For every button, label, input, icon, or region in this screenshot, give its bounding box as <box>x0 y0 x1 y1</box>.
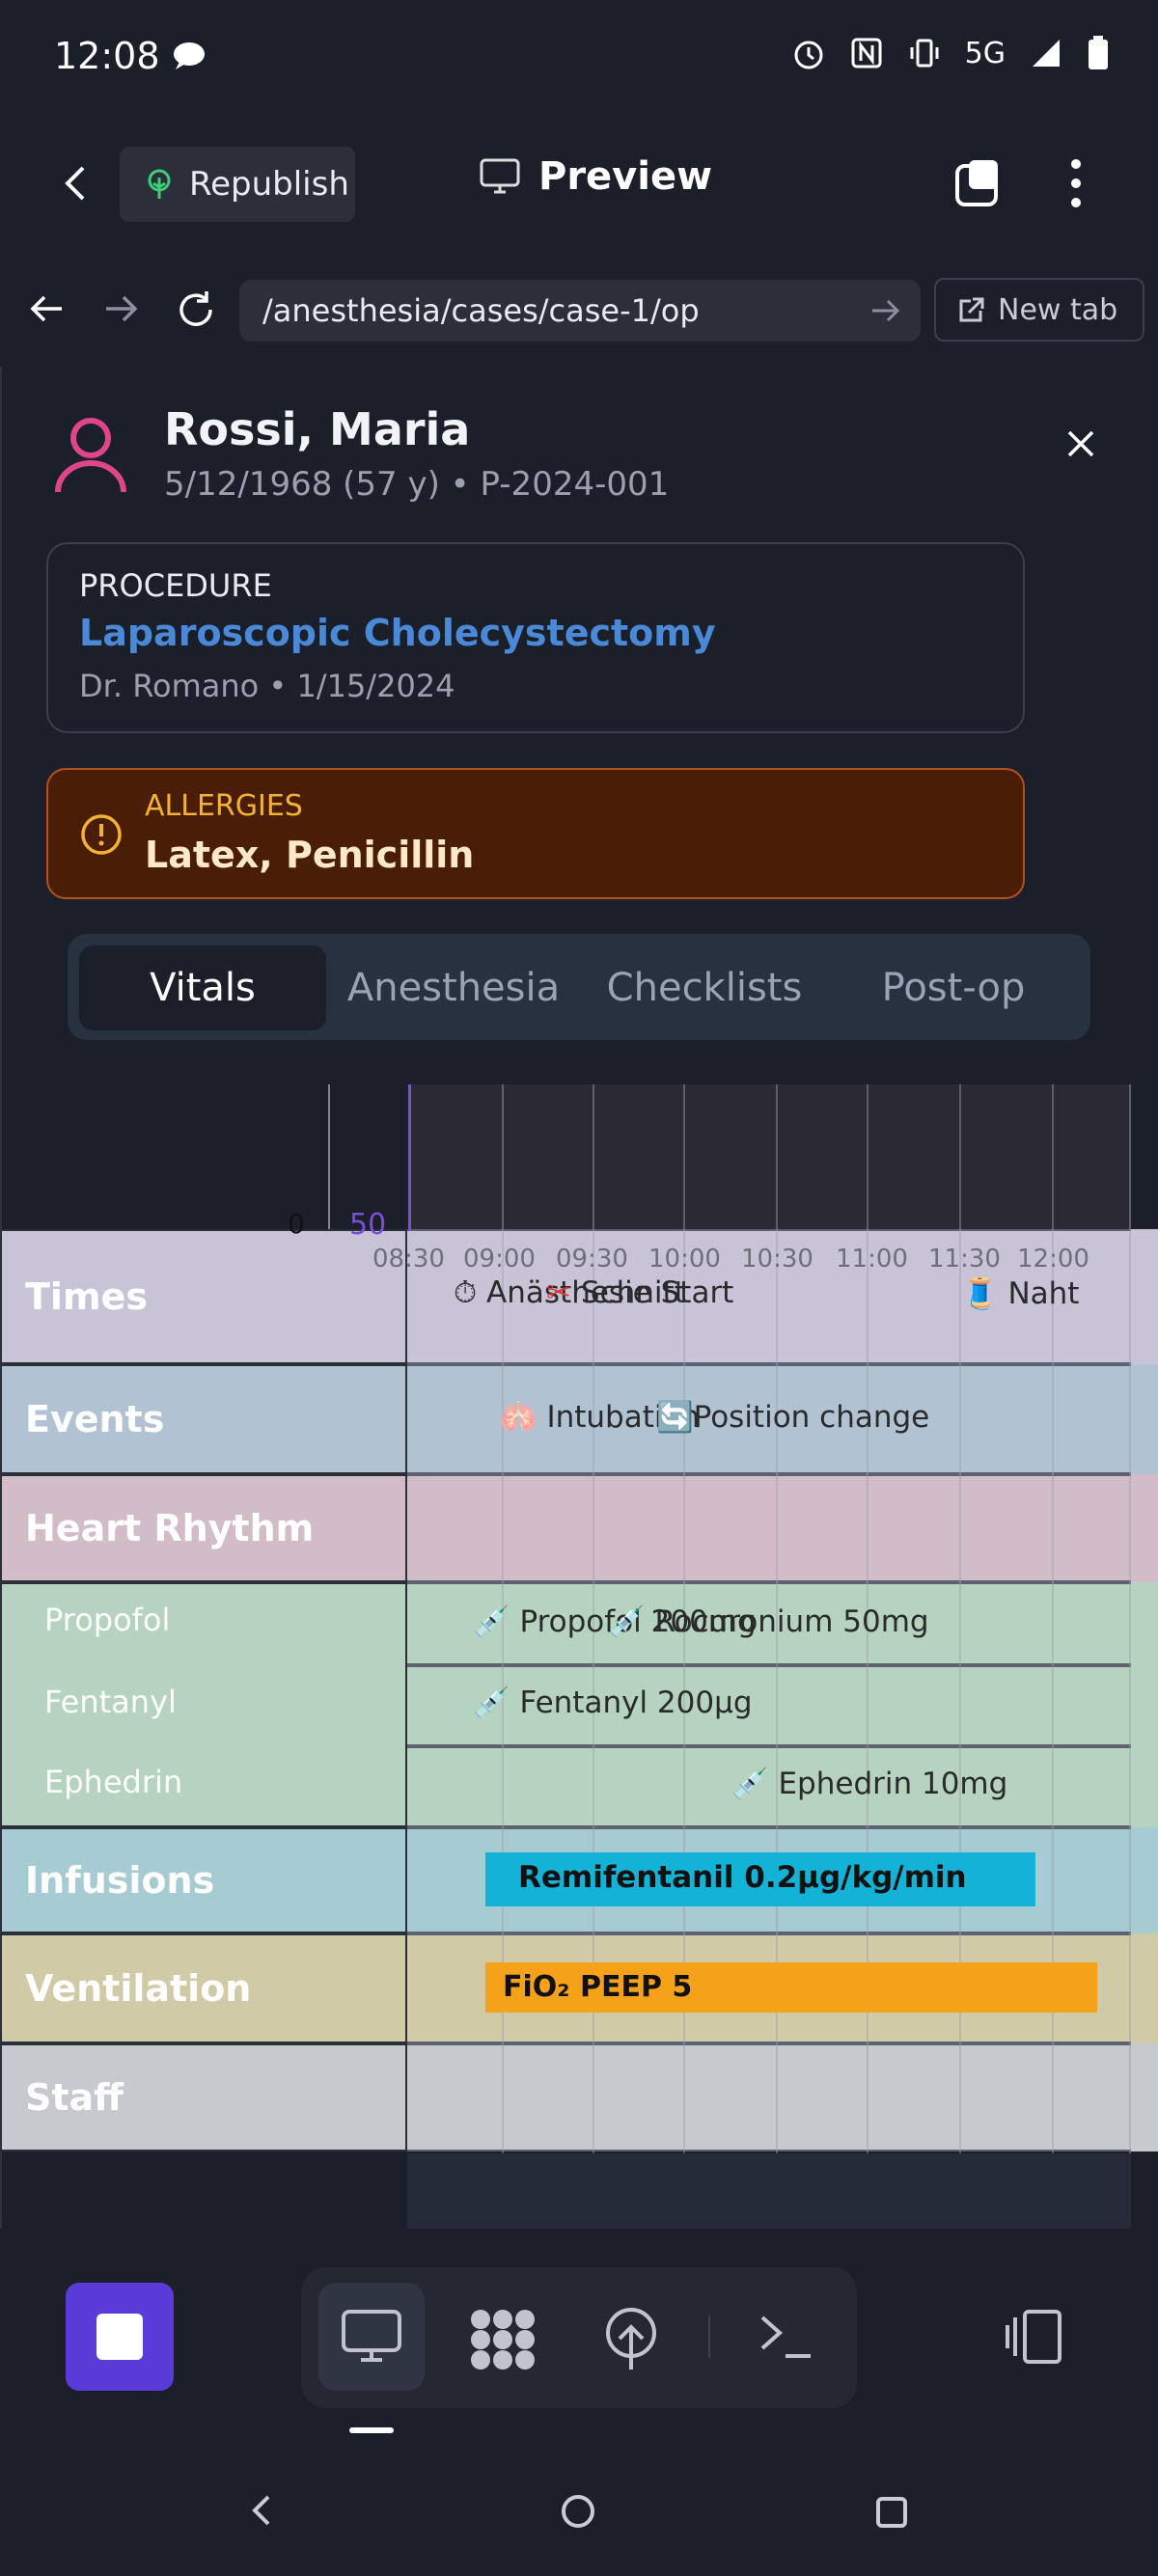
row-label-infusions: Infusions <box>0 1827 407 1933</box>
sidebar-toggle-icon[interactable] <box>1004 2308 1071 2370</box>
patient-meta: 5/12/1968 (57 y) • P-2024-001 <box>164 465 670 504</box>
procedure-label: PROCEDURE <box>79 567 272 604</box>
row-label-ventilation: Ventilation <box>0 1933 407 2043</box>
tab-vitals[interactable]: Vitals <box>79 945 326 1030</box>
vitals-chart-area <box>409 1084 1131 1231</box>
status-icons: 5G <box>791 35 1110 71</box>
row-label-events: Events <box>0 1364 407 1474</box>
browser-back-icon[interactable] <box>27 289 66 332</box>
new-tab-button[interactable]: New tab <box>934 278 1144 342</box>
terminal-icon[interactable] <box>757 2308 814 2370</box>
procedure-name: Laparoscopic Cholecystectomy <box>79 612 716 654</box>
axis-max-label: 50 <box>349 1208 387 1242</box>
fio2-label: FiO₂ <box>503 1970 570 2004</box>
row-label-times: Times <box>0 1229 407 1364</box>
axis-min-label: 0 <box>288 1208 305 1240</box>
time-tick: 09:00 <box>463 1245 536 1274</box>
now-indicator <box>408 1084 411 1231</box>
monitor-icon[interactable] <box>340 2308 403 2370</box>
active-indicator <box>349 2427 394 2433</box>
staff-plot <box>407 2043 1131 2151</box>
battery-icon <box>1089 36 1108 69</box>
nfc-icon <box>851 38 882 69</box>
patient-name: Rossi, Maria <box>164 403 471 455</box>
stop-button[interactable] <box>66 2283 174 2391</box>
row-label-fentanyl: Fentanyl <box>44 1684 177 1720</box>
dose-rocuronium[interactable]: 💉 Rocuronium 50mg <box>608 1603 929 1639</box>
event-position-change[interactable]: 🔄Position change <box>656 1399 929 1435</box>
chat-notification-icon <box>172 41 207 75</box>
allergies-label: ALLERGIES <box>145 789 303 823</box>
external-link-icon <box>959 297 984 322</box>
back-button[interactable] <box>56 162 98 205</box>
stop-icon <box>96 2314 143 2360</box>
republish-button[interactable]: Republish <box>120 147 355 222</box>
time-tick: 12:00 <box>1017 1245 1089 1274</box>
chevron-left-icon <box>65 166 85 201</box>
dose-fentanyl[interactable]: 💉 Fentanyl 200µg <box>473 1685 753 1720</box>
nav-back-icon[interactable] <box>245 2493 280 2532</box>
infusion-remifentanil-bar[interactable]: Remifentanil 0.2µg/kg/min <box>485 1852 1035 1906</box>
tree-icon <box>148 169 171 199</box>
republish-label: Republish <box>189 165 349 204</box>
time-tick: 09:30 <box>556 1245 628 1274</box>
dock-separator <box>708 2316 710 2358</box>
peep-label: PEEP 5 <box>580 1970 693 2004</box>
browser-forward-icon[interactable] <box>102 289 141 332</box>
alarm-icon <box>794 41 823 69</box>
position-change-label: Position change <box>693 1400 930 1435</box>
url-input[interactable]: /anesthesia/cases/case-1/op <box>239 280 921 342</box>
nav-recents-icon[interactable] <box>874 2495 909 2534</box>
tabs-switcher-icon[interactable] <box>953 158 1004 208</box>
alert-circle-icon <box>79 812 124 861</box>
vibrate-icon <box>910 39 939 68</box>
patient-avatar-icon <box>50 413 131 498</box>
reload-icon[interactable] <box>174 288 218 336</box>
axis-line <box>328 1084 330 1231</box>
url-go-icon[interactable] <box>868 293 903 332</box>
marker-schnitt[interactable]: ✂ Schnitt <box>546 1275 686 1310</box>
publish-icon[interactable] <box>602 2308 660 2375</box>
preview-label: Preview <box>538 154 713 199</box>
time-tick: 11:30 <box>928 1245 1001 1274</box>
heart-rhythm-plot <box>407 1474 1131 1582</box>
time-tick: 10:00 <box>648 1245 721 1274</box>
more-vertical-icon[interactable] <box>1062 154 1090 212</box>
chart-footer <box>407 2153 1131 2229</box>
gridline <box>1129 1084 1131 2155</box>
time-tick: 08:30 <box>372 1245 445 1274</box>
status-time: 12:08 <box>54 35 160 77</box>
network-icon[interactable] <box>469 2308 537 2375</box>
time-tick: 11:00 <box>836 1245 908 1274</box>
row-label-heart-rhythm: Heart Rhythm <box>0 1474 407 1582</box>
row-label-ephedrin: Ephedrin <box>44 1764 183 1800</box>
tab-post-op[interactable]: Post-op <box>838 945 1069 1030</box>
remifentanil-label: Remifentanil 0.2µg/kg/min <box>518 1860 967 1895</box>
preview-button[interactable]: Preview <box>479 154 712 199</box>
url-text: /anesthesia/cases/case-1/op <box>262 292 700 329</box>
close-icon[interactable] <box>1062 425 1100 467</box>
nav-home-icon[interactable] <box>560 2493 596 2534</box>
row-label-propofol: Propofol <box>44 1602 171 1638</box>
rocuronium-dose-label: Rocuronium 50mg <box>654 1604 929 1639</box>
fentanyl-dose-label: Fentanyl 200µg <box>519 1685 753 1720</box>
monitor-icon <box>480 158 520 194</box>
ephedrin-dose-label: Ephedrin 10mg <box>778 1767 1008 1801</box>
time-tick: 10:30 <box>741 1245 813 1274</box>
tab-checklists[interactable]: Checklists <box>589 945 820 1030</box>
procedure-meta: Dr. Romano • 1/15/2024 <box>79 668 455 704</box>
dose-ephedrin[interactable]: 💉 Ephedrin 10mg <box>731 1766 1007 1801</box>
new-tab-label: New tab <box>998 292 1118 327</box>
schnitt-label: Schnitt <box>580 1275 686 1310</box>
ventilation-bar[interactable]: FiO₂ PEEP 5 <box>485 1962 1097 2013</box>
marker-naht[interactable]: 🧵 Naht <box>961 1275 1079 1311</box>
naht-label: Naht <box>1007 1276 1080 1311</box>
network-type: 5G <box>964 36 1006 70</box>
allergies-value: Latex, Penicillin <box>145 834 475 876</box>
signal-icon <box>1033 40 1060 67</box>
tab-anesthesia[interactable]: Anesthesia <box>338 945 569 1030</box>
row-label-staff: Staff <box>0 2043 407 2151</box>
